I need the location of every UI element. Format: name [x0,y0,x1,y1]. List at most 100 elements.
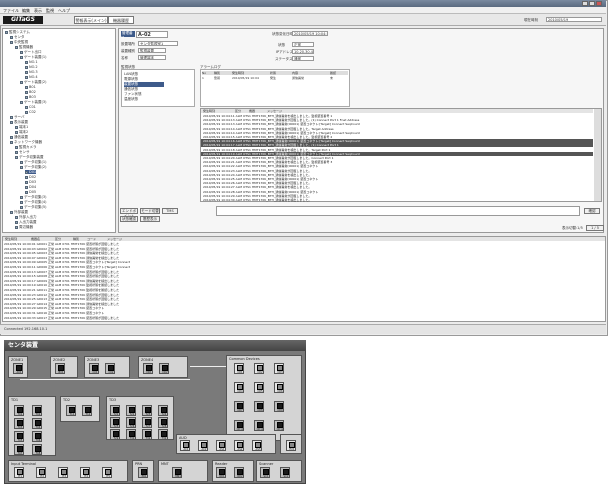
device-icon[interactable]: D01 [143,363,153,374]
device-icon[interactable]: AC1 [180,440,190,451]
history-row[interactable]: 2010/05/19 10:00:05 GD003 正常 ALM 0701 HM… [4,251,602,255]
device-icon[interactable]: T07 [14,444,24,455]
history-row[interactable]: 2010/05/19 10:00:31 GD016 正常 ALM 0701 HM… [4,311,602,315]
device-icon[interactable]: T30 [126,429,136,440]
device-icon[interactable]: T11 [66,405,76,416]
history-row[interactable]: 2010/05/19 10:00:03 GD002 正常 ALM 0701 HM… [4,247,602,251]
device-icon[interactable]: CD7 [234,401,244,412]
tree-item[interactable]: NO.3 [25,70,38,74]
device-icon[interactable]: PR1 [138,467,148,478]
confirm-button[interactable]: 確認 [584,208,600,214]
minimize-button[interactable] [582,1,588,6]
tree-item[interactable]: D05 [25,190,36,194]
device-icon[interactable]: T08 [32,444,42,455]
device-icon[interactable]: T02 [32,405,42,416]
device-icon[interactable]: IT2 [36,467,46,478]
device-icon[interactable]: T26 [126,417,136,428]
device-icon[interactable]: CD12 [274,420,284,431]
tree-item[interactable]: D02 [25,175,36,179]
tree-item[interactable]: D03 [25,180,36,184]
device-icon[interactable]: CD11 [254,420,264,431]
tree-item[interactable]: C02 [25,110,36,114]
device-icon[interactable]: AS1 [216,440,226,451]
action-button[interactable]: 状態確認 [120,216,138,222]
device-icon[interactable]: RD1 [216,467,226,478]
device-icon[interactable]: EX1 [286,440,296,451]
tree-item[interactable]: D04 [25,185,36,189]
device-icon[interactable]: T05 [14,431,24,442]
device-icon[interactable]: IT3 [58,467,68,478]
device-icon[interactable]: C02 [105,363,115,374]
pager[interactable]: 1 / 5 [586,225,604,231]
device-icon[interactable]: T06 [32,431,42,442]
tree-item[interactable]: B01 [25,85,36,89]
history-row[interactable]: 2010/05/19 10:00:01 GD001 正常 ALM 0701 HM… [4,242,602,246]
tab-main-alarm[interactable]: 警報表示(メイン) [74,16,108,24]
device-icon[interactable]: IT5 [102,467,112,478]
history-row[interactable]: 2010/05/19 10:00:09 GD005 正常 ALM 0701 HM… [4,260,602,264]
tree-item[interactable]: NO.1 [25,60,38,64]
device-icon[interactable]: CD10 [234,420,244,431]
tree-item[interactable]: C01 [25,105,36,109]
action-button[interactable]: 履歴表示 [140,216,160,222]
tree-item[interactable]: B02 [25,90,36,94]
device-icon[interactable]: CD1 [234,363,244,374]
device-icon[interactable]: T12 [82,405,92,416]
device-icon[interactable]: CD8 [254,401,264,412]
device-tree[interactable]: 監視システム センタ 中央監視 監視機器 ゲート出口 ゲート装置(1) NO.1 NO.2 NO… [2,28,116,233]
device-icon[interactable]: T03 [14,418,24,429]
device-icon[interactable]: IT1 [14,467,24,478]
device-icon[interactable]: T32 [158,429,168,440]
device-icon[interactable]: T28 [158,417,168,428]
history-row[interactable]: 2010/05/19 10:00:25 GD013 正常 ALM 0701 HM… [4,297,602,301]
device-icon[interactable]: SC1 [260,467,270,478]
tree-item[interactable]: NO.2 [25,65,38,69]
device-icon[interactable]: CD4 [234,382,244,393]
device-icon[interactable]: T22 [126,405,136,416]
device-icon[interactable]: CD9 [274,401,284,412]
status-item[interactable]: 温度状態 [124,97,164,102]
device-icon[interactable]: RD2 [234,467,244,478]
device-icon[interactable]: T24 [158,405,168,416]
device-icon[interactable]: T21 [110,405,120,416]
comment-field[interactable] [216,206,580,216]
tab-device-history[interactable]: 機器履歴 [108,16,134,24]
tree-item[interactable]: 周辺機器 [15,225,33,230]
device-icon[interactable]: B01 [55,363,65,374]
device-icon[interactable]: IT4 [80,467,90,478]
device-icon[interactable]: CD3 [274,363,284,374]
device-icon[interactable]: AS3 [252,440,262,451]
tree-item[interactable]: B03 [25,95,36,99]
action-button[interactable]: モード切替 [140,208,160,214]
device-icon[interactable]: CD2 [254,363,264,374]
tree-item[interactable]: D01 [25,170,37,174]
action-button[interactable]: エンドポイント [120,208,138,218]
device-icon[interactable]: T01 [14,405,24,416]
device-icon[interactable]: MN1 [172,467,182,478]
history-row[interactable]: 2010/05/19 10:00:23 GD012 正常 ALM 0701 HM… [4,293,602,297]
device-icon[interactable]: D02 [159,363,169,374]
tree-item[interactable]: NO.4 [25,75,38,79]
history-row[interactable]: 2010/05/19 10:00:27 GD014 正常 ALM 0701 HM… [4,302,602,306]
alarm-table-row[interactable]: 1 警報 2010/05/19 10:04 発生 通信異常 未 [202,76,348,80]
history-row[interactable]: 2010/05/19 10:00:13 GD007 正常 ALM 0701 HM… [4,270,602,274]
device-icon[interactable]: C01 [89,363,99,374]
device-icon[interactable]: CD6 [274,382,284,393]
history-row[interactable]: 2010/05/19 10:00:17 GD009 正常 ALM 0701 HM… [4,279,602,283]
device-icon[interactable]: T25 [110,417,120,428]
maximize-button[interactable] [589,1,595,6]
history-row[interactable]: 2010/05/19 10:00:07 GD004 正常 ALM 0701 HM… [4,256,602,260]
device-icon[interactable]: T04 [32,418,42,429]
close-button[interactable] [596,1,602,6]
history-row[interactable]: 2010/05/19 10:00:29 GD015 正常 ALM 0701 HM… [4,306,602,310]
history-row[interactable]: 2010/05/19 10:00:21 GD011 正常 ALM 0701 HM… [4,288,602,292]
history-row[interactable]: 2010/05/19 10:00:19 GD010 正常 ALM 0701 HM… [4,283,602,287]
device-icon[interactable]: SC2 [280,467,290,478]
history-row[interactable]: 2010/05/19 10:00:11 GD006 正常 ALM 0701 HM… [4,265,602,269]
log-scrollbar[interactable] [594,109,601,201]
action-button[interactable]: TMS [162,208,178,214]
history-row[interactable]: 2010/05/19 10:00:33 GD017 正常 ALM 0701 HM… [4,316,602,320]
history-row[interactable]: 2010/05/19 10:00:15 GD008 正常 ALM 0701 HM… [4,274,602,278]
device-icon[interactable]: A01 [13,363,23,374]
device-icon[interactable]: AC2 [198,440,208,451]
